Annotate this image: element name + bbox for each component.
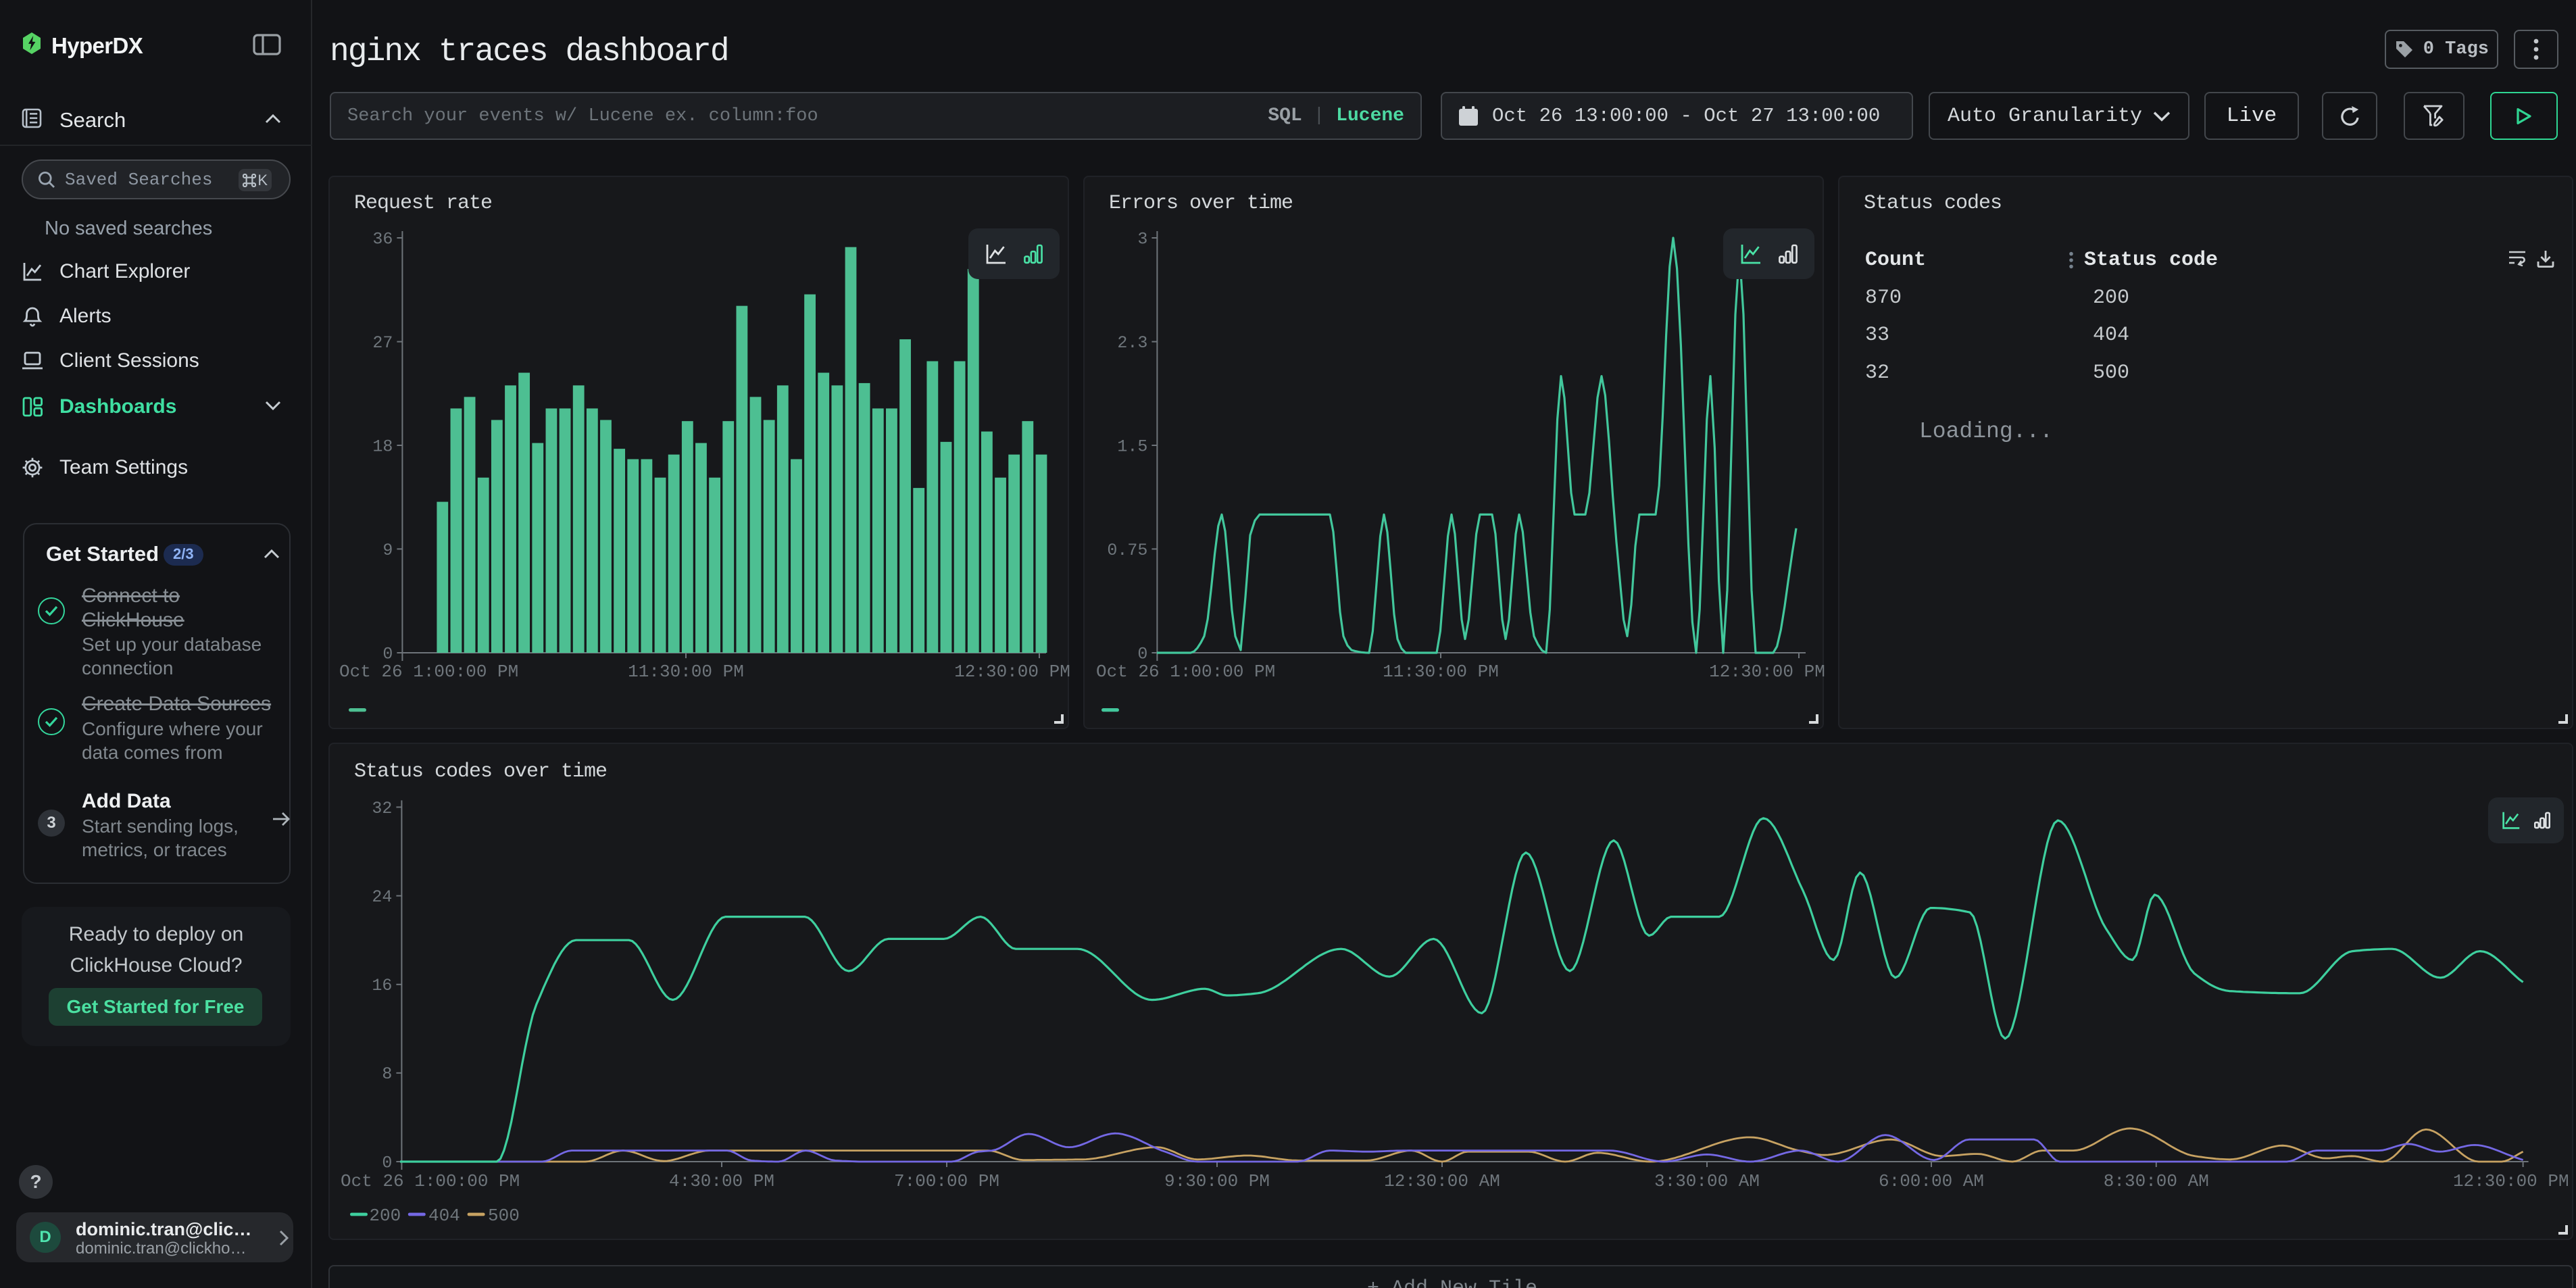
svg-text:Oct 26 1:00:00 PM: Oct 26 1:00:00 PM bbox=[339, 662, 518, 682]
svg-text:9: 9 bbox=[382, 541, 393, 560]
svg-text:24: 24 bbox=[372, 887, 392, 907]
svg-text:3:30:00 AM: 3:30:00 AM bbox=[1654, 1171, 1760, 1191]
svg-text:0: 0 bbox=[382, 1153, 392, 1172]
svg-text:12:30:00 PM: 12:30:00 PM bbox=[2453, 1171, 2569, 1191]
svg-text:2.3: 2.3 bbox=[1117, 333, 1147, 353]
svg-text:1.5: 1.5 bbox=[1117, 437, 1147, 456]
svg-text:4:30:00 PM: 4:30:00 PM bbox=[669, 1171, 774, 1191]
svg-text:27: 27 bbox=[372, 333, 393, 353]
svg-text:8:30:00 AM: 8:30:00 AM bbox=[2104, 1171, 2209, 1191]
svg-text:11:30:00 PM: 11:30:00 PM bbox=[1383, 662, 1499, 682]
svg-text:36: 36 bbox=[372, 229, 393, 249]
svg-text:404: 404 bbox=[428, 1206, 460, 1226]
svg-text:500: 500 bbox=[488, 1206, 520, 1226]
svg-text:8: 8 bbox=[382, 1064, 392, 1084]
svg-text:16: 16 bbox=[372, 976, 392, 995]
svg-text:12:30:00 PM: 12:30:00 PM bbox=[1709, 662, 1825, 682]
svg-text:12:30:00 PM: 12:30:00 PM bbox=[954, 662, 1070, 682]
svg-text:200: 200 bbox=[369, 1206, 401, 1226]
svg-text:12:30:00 AM: 12:30:00 AM bbox=[1384, 1171, 1500, 1191]
svg-text:Oct 26 1:00:00 PM: Oct 26 1:00:00 PM bbox=[341, 1171, 520, 1191]
svg-text:32: 32 bbox=[372, 799, 392, 818]
svg-text:0.75: 0.75 bbox=[1107, 541, 1147, 560]
svg-text:9:30:00 PM: 9:30:00 PM bbox=[1164, 1171, 1270, 1191]
svg-text:7:00:00 PM: 7:00:00 PM bbox=[894, 1171, 999, 1191]
svg-text:6:00:00 AM: 6:00:00 AM bbox=[1879, 1171, 1984, 1191]
svg-text:Oct 26 1:00:00 PM: Oct 26 1:00:00 PM bbox=[1096, 662, 1275, 682]
svg-text:18: 18 bbox=[372, 437, 393, 456]
svg-text:11:30:00 PM: 11:30:00 PM bbox=[628, 662, 744, 682]
svg-text:3: 3 bbox=[1137, 229, 1147, 249]
